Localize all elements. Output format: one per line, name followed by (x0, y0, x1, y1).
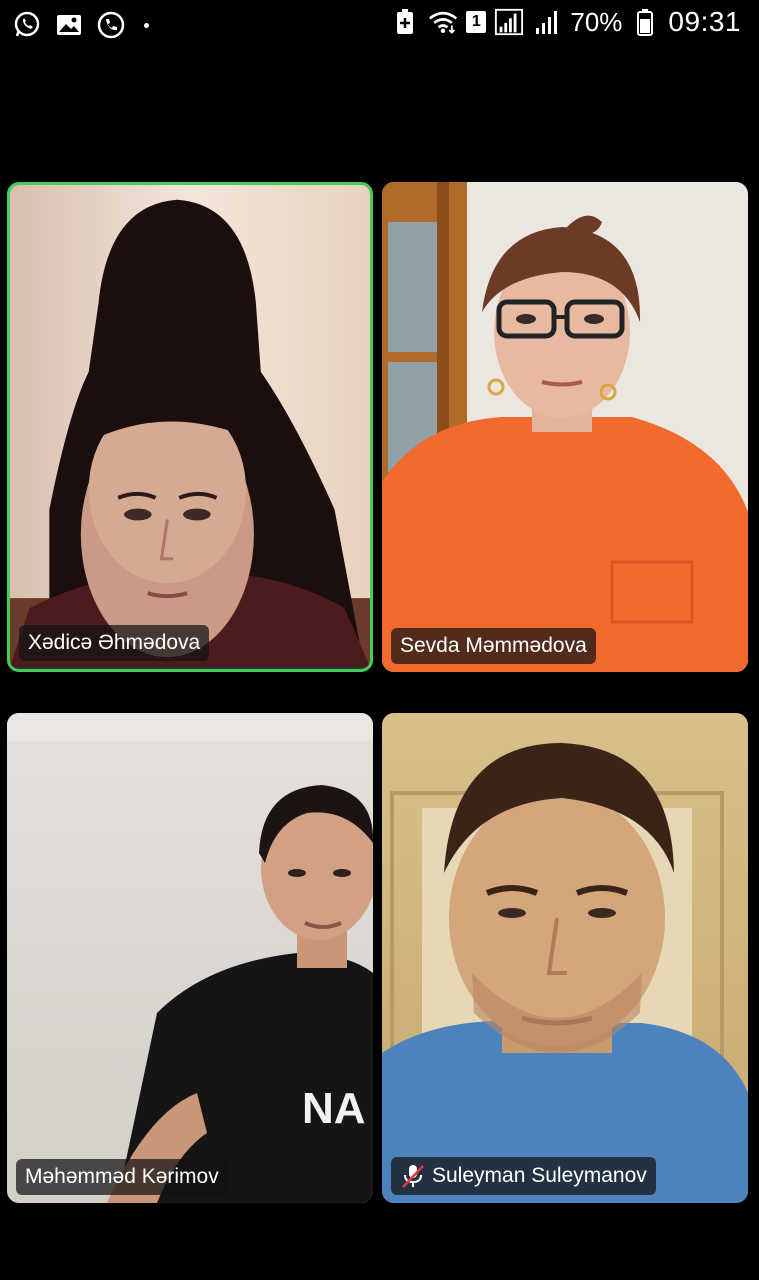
call-icon (96, 10, 126, 40)
gallery-icon (54, 10, 84, 40)
whatsapp-icon (12, 10, 42, 40)
wifi-icon (428, 7, 458, 37)
signal-icon-sim1 (494, 7, 524, 37)
participant-name: Məhəmməd Kərimov (25, 1165, 219, 1188)
notification-icons (12, 10, 149, 40)
svg-text:NA: NA (302, 1084, 366, 1133)
participant-tile-3[interactable]: NA Məhəmməd Kərimov (7, 713, 373, 1203)
dot-icon (144, 22, 149, 28)
participant-name: Sevda Məmmədova (400, 634, 587, 657)
participant-video (382, 713, 748, 1203)
battery-icon (630, 7, 660, 37)
system-status: 1 70% 09:31 (390, 6, 741, 38)
participant-name-tag: Xədicə Əhmədova (19, 625, 210, 661)
participant-tile-4[interactable]: Suleyman Suleymanov (382, 713, 748, 1203)
video-call-screen: 1 70% 09:31 Xədicə Əhmədova Sevda Məmməd… (0, 0, 759, 1280)
battery-percent: 70% (570, 6, 623, 37)
participant-video: NA (7, 713, 373, 1203)
status-bar: 1 70% 09:31 (0, 0, 759, 52)
clock: 09:31 (668, 6, 741, 37)
participant-video (10, 185, 370, 667)
participant-name-tag: Suleyman Suleymanov (391, 1157, 656, 1195)
signal-icon-sim2 (532, 7, 562, 37)
sim-badge: 1 (466, 11, 487, 33)
participant-name-tag: Məhəmməd Kərimov (16, 1159, 228, 1195)
participant-name: Suleyman Suleymanov (432, 1164, 647, 1187)
battery-saver-icon (390, 7, 420, 37)
participant-tile-1[interactable]: Xədicə Əhmədova (7, 182, 373, 672)
participant-tile-2[interactable]: Sevda Məmmədova (382, 182, 748, 672)
participant-name: Xədicə Əhmədova (28, 631, 201, 654)
participant-name-tag: Sevda Məmmədova (391, 628, 596, 664)
mic-muted-icon (400, 1163, 426, 1189)
participant-video (382, 182, 748, 672)
